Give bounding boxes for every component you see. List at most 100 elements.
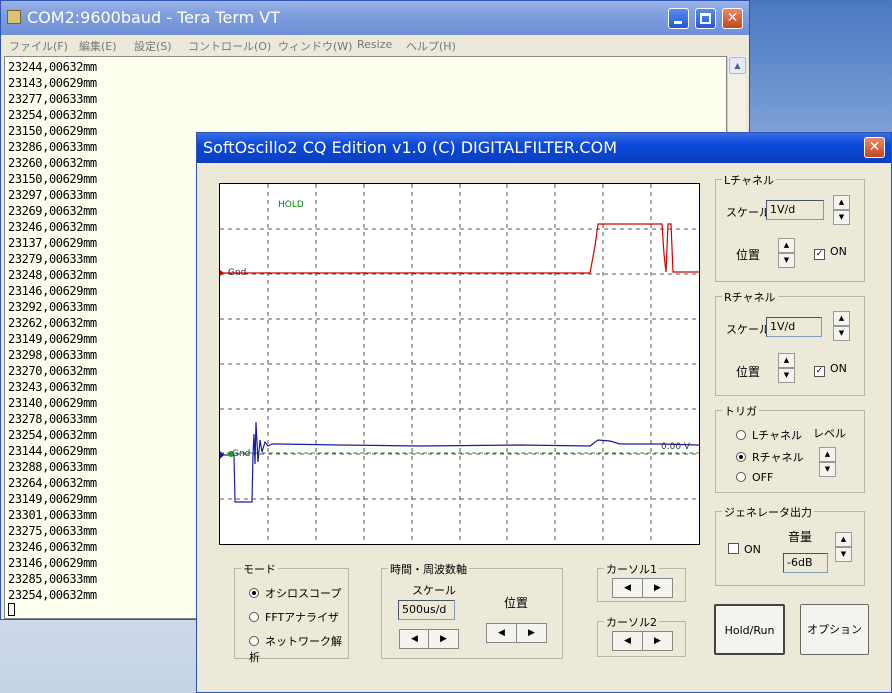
- menu-help[interactable]: ヘルプ(H): [406, 38, 456, 54]
- maximize-button[interactable]: [695, 8, 716, 29]
- minimize-button[interactable]: [668, 8, 689, 29]
- up-arrow-icon[interactable]: ▲: [833, 311, 850, 326]
- trigger-level-spinner[interactable]: ▲ ▼: [819, 447, 836, 477]
- terminal-line: 23150,00629mm: [8, 172, 97, 186]
- lchannel-scale-spinner[interactable]: ▲ ▼: [833, 195, 850, 225]
- lchannel-pos-spinner[interactable]: ▲ ▼: [778, 238, 795, 268]
- hold-run-button[interactable]: Hold/Run: [714, 604, 785, 655]
- teraterm-app-icon: [7, 10, 21, 24]
- mode-option-oscilloscope: オシロスコープ: [265, 587, 342, 600]
- time-scale-label: スケール: [412, 584, 456, 597]
- chevron-up-icon: ▲: [734, 61, 741, 70]
- generator-on-label: ON: [744, 543, 761, 556]
- up-arrow-icon[interactable]: ▲: [835, 532, 852, 547]
- mode-radio-fft[interactable]: FFTアナライザ: [249, 609, 339, 625]
- down-arrow-icon[interactable]: ▼: [819, 462, 836, 477]
- mode-radio-oscilloscope[interactable]: オシロスコープ: [249, 585, 341, 601]
- menu-edit[interactable]: 編集(E): [79, 38, 117, 54]
- radio-selected-icon: [736, 452, 746, 462]
- scroll-up-button[interactable]: ▲: [729, 57, 746, 74]
- menu-window[interactable]: ウィンドウ(W): [278, 38, 352, 54]
- cursor2-label: カーソル2: [604, 614, 659, 630]
- terminal-line: 23270,00632mm: [8, 364, 97, 378]
- option-button[interactable]: オプション: [800, 604, 869, 655]
- rchannel-scale-label: スケール: [726, 323, 770, 336]
- rchannel-scale-spinner[interactable]: ▲ ▼: [833, 311, 850, 341]
- trigger-option-rchannel: Rチャネル: [752, 451, 804, 464]
- cursor2-left-button[interactable]: ◀: [612, 631, 643, 651]
- cursor2-right-button[interactable]: ▶: [642, 631, 673, 651]
- down-arrow-icon[interactable]: ▼: [833, 210, 850, 225]
- lchannel-scale-label: スケール: [726, 206, 770, 219]
- down-arrow-icon[interactable]: ▼: [778, 253, 795, 268]
- scope-graph: [220, 184, 699, 544]
- time-pos-left-button[interactable]: ◀: [486, 623, 517, 643]
- generator-volume-spinner[interactable]: ▲ ▼: [835, 532, 852, 562]
- teraterm-menubar: ファイル(F) 編集(E) 設定(S) コントロール(O) ウィンドウ(W) R…: [1, 35, 749, 55]
- terminal-line: 23288,00633mm: [8, 460, 97, 474]
- rchannel-pos-label: 位置: [736, 365, 761, 379]
- hold-indicator: HOLD: [278, 200, 304, 210]
- teraterm-title: COM2:9600baud - Tera Term VT: [27, 8, 281, 27]
- terminal-line: 23246,00632mm: [8, 540, 97, 554]
- teraterm-titlebar[interactable]: COM2:9600baud - Tera Term VT ✕: [1, 1, 749, 35]
- terminal-line: 23149,00629mm: [8, 492, 97, 506]
- checkbox-icon: [728, 543, 739, 554]
- rchannel-pos-spinner[interactable]: ▲ ▼: [778, 353, 795, 383]
- radio-selected-icon: [249, 588, 259, 598]
- generator-on-checkbox[interactable]: ON: [728, 543, 761, 556]
- menu-file[interactable]: ファイル(F): [9, 38, 68, 54]
- up-arrow-icon[interactable]: ▲: [833, 195, 850, 210]
- down-arrow-icon[interactable]: ▼: [778, 368, 795, 383]
- mode-label: モード: [241, 561, 278, 577]
- arrow-right-icon: ▶: [528, 628, 535, 638]
- lchannel-on-checkbox[interactable]: ✓ ON: [814, 245, 847, 260]
- down-arrow-icon[interactable]: ▼: [835, 547, 852, 562]
- mode-radio-network[interactable]: ネットワーク解析: [249, 633, 348, 665]
- menu-resize[interactable]: Resize: [357, 38, 392, 51]
- oscillo-close-button[interactable]: ✕: [864, 137, 885, 158]
- terminal-output: 23244,00632mm 23143,00629mm 23277,00633mm 2…: [8, 59, 97, 603]
- trigger-group: トリガ Lチャネル Rチャネル OFF レベル ▲ ▼: [715, 403, 865, 493]
- lchannel-scale-field[interactable]: 1V/d: [766, 200, 824, 220]
- arrow-right-icon: ▶: [440, 634, 447, 644]
- teraterm-close-button[interactable]: ✕: [722, 8, 743, 29]
- cursor1-left-button[interactable]: ◀: [612, 578, 643, 598]
- oscillo-window: SoftOscillo2 CQ Edition v1.0 (C) DIGITAL…: [196, 132, 892, 693]
- trigger-radio-lchannel[interactable]: Lチャネル: [736, 427, 802, 443]
- terminal-line: 23244,00632mm: [8, 60, 97, 74]
- terminal-line: 23260,00632mm: [8, 156, 97, 170]
- down-arrow-icon[interactable]: ▼: [833, 326, 850, 341]
- trigger-radio-rchannel[interactable]: Rチャネル: [736, 449, 804, 465]
- rchannel-scale-field[interactable]: 1V/d: [766, 317, 822, 337]
- gnd-marker-r: Gnd: [232, 449, 251, 459]
- generator-label: ジェネレータ出力: [722, 504, 814, 520]
- arrow-left-icon: ◀: [498, 628, 505, 638]
- time-scale-field[interactable]: 500us/d: [398, 600, 455, 620]
- oscillo-titlebar[interactable]: SoftOscillo2 CQ Edition v1.0 (C) DIGITAL…: [197, 133, 891, 163]
- up-arrow-icon[interactable]: ▲: [778, 353, 795, 368]
- menu-control[interactable]: コントロール(O): [188, 38, 271, 54]
- terminal-line: 23262,00632mm: [8, 316, 97, 330]
- time-scale-left-button[interactable]: ◀: [399, 629, 430, 649]
- up-arrow-icon[interactable]: ▲: [778, 238, 795, 253]
- rchannel-on-checkbox[interactable]: ✓ ON: [814, 362, 847, 377]
- terminal-line: 23150,00629mm: [8, 124, 97, 138]
- generator-volume-field[interactable]: -6dB: [783, 553, 828, 573]
- terminal-line: 23248,00632mm: [8, 268, 97, 282]
- trigger-radio-off[interactable]: OFF: [736, 471, 773, 484]
- terminal-line: 23275,00633mm: [8, 524, 97, 538]
- time-axis-group: 時間・周波数軸 スケール 500us/d 位置 ◀ ▶ ◀ ▶: [381, 561, 563, 659]
- terminal-line: 23286,00633mm: [8, 140, 97, 154]
- up-arrow-icon[interactable]: ▲: [819, 447, 836, 462]
- cursor1-right-button[interactable]: ▶: [642, 578, 673, 598]
- generator-volume-label: 音量: [788, 530, 813, 544]
- mode-option-fft: FFTアナライザ: [265, 611, 339, 624]
- lchannel-pos-label: 位置: [736, 248, 761, 262]
- scope-display[interactable]: HOLD Gnd Gnd 0.00 V: [219, 183, 700, 545]
- time-scale-right-button[interactable]: ▶: [428, 629, 459, 649]
- time-pos-right-button[interactable]: ▶: [516, 623, 547, 643]
- terminal-line: 23264,00632mm: [8, 476, 97, 490]
- menu-setup[interactable]: 設定(S): [134, 38, 172, 54]
- trigger-level-readout: 0.00 V: [661, 442, 691, 452]
